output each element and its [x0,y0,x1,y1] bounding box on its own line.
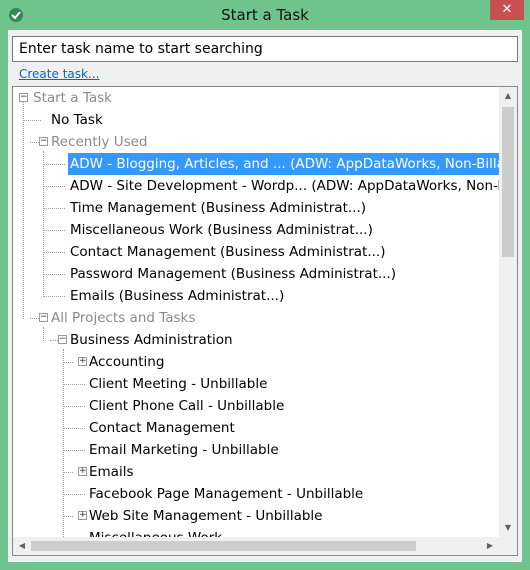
horizontal-scroll-thumb[interactable] [31,541,416,551]
scroll-right-arrow-icon[interactable]: ▶ [481,537,499,555]
task-item[interactable]: Email Marketing - Unbillable [87,439,281,461]
title-bar[interactable]: Start a Task ✕ [0,0,530,30]
recent-item[interactable]: Emails (Business Administrat...) [68,285,286,307]
tree-root[interactable]: Start a Task [31,87,114,109]
recent-item[interactable]: Time Management (Business Administrat...… [68,197,368,219]
horizontal-scrollbar[interactable]: ◀ ▶ [13,537,499,555]
recent-item[interactable]: ADW - Site Development - Wordp... (ADW: … [68,175,499,197]
recent-item[interactable]: Miscellaneous Work (Business Administrat… [68,219,375,241]
task-item[interactable]: Contact Management [87,417,237,439]
expand-emails-icon[interactable]: + [78,467,87,476]
scroll-down-arrow-icon[interactable]: ▼ [499,519,517,537]
dialog-body: Create task... [8,30,522,562]
task-item[interactable]: Emails [87,461,136,483]
recent-item[interactable]: Password Management (Business Administra… [68,263,398,285]
tree-group-recently-used[interactable]: Recently Used [49,131,149,153]
close-button[interactable]: ✕ [490,0,524,20]
task-item[interactable]: Client Phone Call - Unbillable [87,395,286,417]
tree-project-business-admin[interactable]: Business Administration [68,329,235,351]
collapse-root-icon[interactable]: − [19,93,28,102]
task-item[interactable]: Web Site Management - Unbillable [87,505,324,527]
expand-web-site-icon[interactable]: + [78,511,87,520]
vertical-scroll-thumb[interactable] [502,107,514,257]
expand-accounting-icon[interactable]: + [78,357,87,366]
window-title: Start a Task [221,6,309,24]
create-task-link[interactable]: Create task... [19,67,99,81]
task-item[interactable]: Miscellaneous Work [87,527,224,537]
recent-item[interactable]: Contact Management (Business Administrat… [68,241,387,263]
task-item[interactable]: Accounting [87,351,166,373]
vertical-scrollbar[interactable]: ▲ ▼ [499,87,517,537]
task-tree-content: − Start a Task No Task − Recently Used A… [13,87,499,537]
collapse-all-projects-icon[interactable]: − [39,313,48,322]
collapse-recent-icon[interactable]: − [39,137,48,146]
start-task-window: Start a Task ✕ Create task... [0,0,530,570]
tree-group-all-projects[interactable]: All Projects and Tasks [49,307,197,329]
tree-item-no-task[interactable]: No Task [49,109,105,131]
task-tree[interactable]: − Start a Task No Task − Recently Used A… [12,86,518,556]
scroll-up-arrow-icon[interactable]: ▲ [499,87,517,105]
collapse-business-admin-icon[interactable]: − [58,335,67,344]
task-search-input[interactable] [12,36,518,62]
recent-item[interactable]: ADW - Blogging, Articles, and ... (ADW: … [68,153,499,175]
task-item[interactable]: Facebook Page Management - Unbillable [87,483,365,505]
scroll-left-arrow-icon[interactable]: ◀ [13,537,31,555]
scroll-corner [499,537,517,555]
task-item[interactable]: Client Meeting - Unbillable [87,373,269,395]
